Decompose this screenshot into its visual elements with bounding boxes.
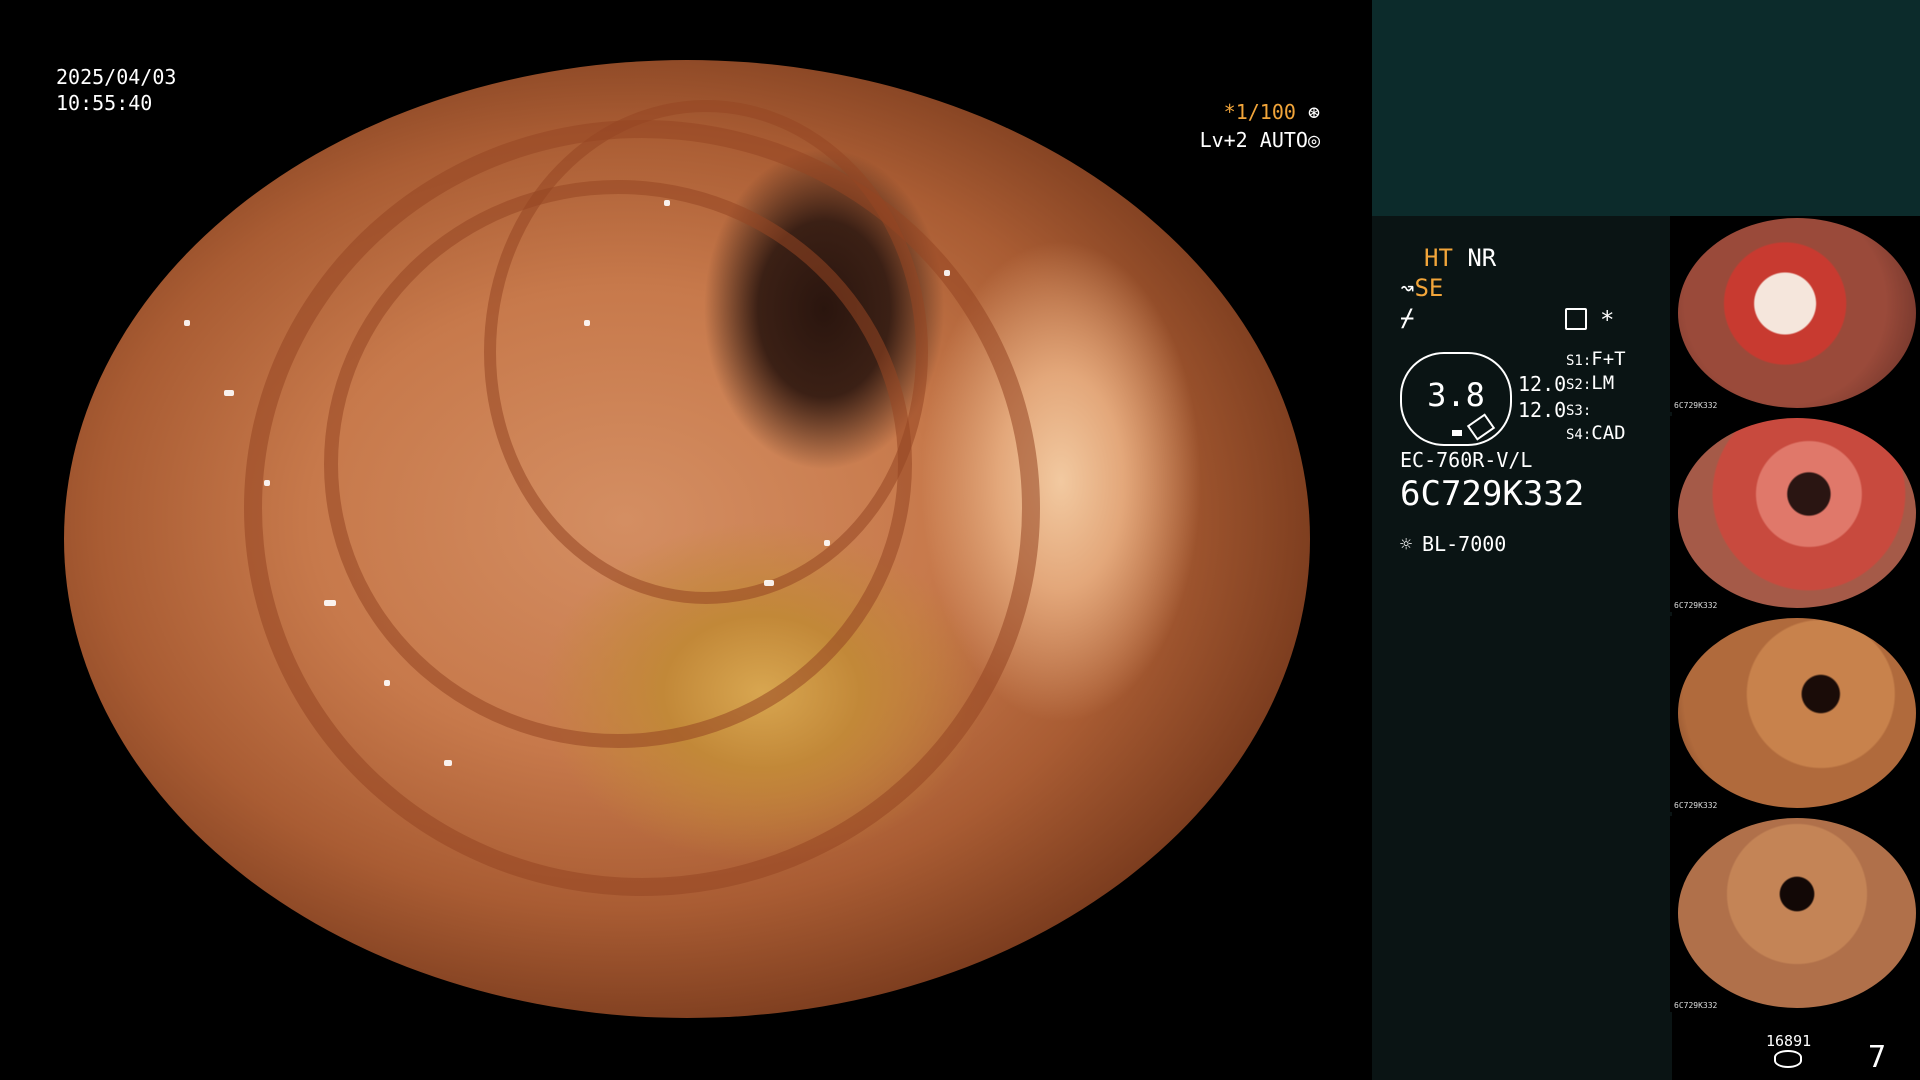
nr-text: NR bbox=[1467, 244, 1497, 272]
time-text: 10:55:40 bbox=[56, 91, 153, 115]
iris-icon: ◎ bbox=[1307, 128, 1320, 152]
s1-setting: S1:F+T bbox=[1566, 348, 1626, 370]
s3-setting: S3: bbox=[1566, 403, 1592, 419]
settings-icon bbox=[1565, 308, 1587, 330]
se-text: SE bbox=[1414, 274, 1444, 302]
thumbnail[interactable]: 6C729K332 bbox=[1670, 216, 1920, 412]
mode-text: AUTO bbox=[1259, 128, 1308, 152]
asterisk-icon: * bbox=[1600, 306, 1615, 334]
storage-icon bbox=[1774, 1050, 1802, 1068]
date-time-stamp: 2025/04/03 10:55:40 bbox=[56, 64, 176, 116]
scope-serial: 6C729K332 bbox=[1400, 474, 1585, 514]
exposure-info: *1/100 ⊛ Lv+2 AUTO◎ bbox=[1194, 98, 1320, 154]
value-12-a: 12.0 bbox=[1518, 372, 1567, 396]
scope-mode-icon: ↝ bbox=[1400, 274, 1415, 302]
page-number: 7 bbox=[1868, 1040, 1887, 1075]
panel-settings-area bbox=[1372, 216, 1672, 1080]
endoscope-image bbox=[64, 60, 1310, 1018]
thumbnail[interactable]: 6C729K332 bbox=[1670, 616, 1920, 812]
gauge-value: 3.8 bbox=[1427, 376, 1485, 414]
ht-text: HT bbox=[1424, 244, 1453, 272]
gauge: 3.8 bbox=[1400, 352, 1512, 446]
scope-model: EC-760R-V/L bbox=[1400, 448, 1533, 472]
s4-setting: S4:CAD bbox=[1566, 422, 1626, 444]
light-source-row: ☼ BL-7000 bbox=[1400, 532, 1506, 556]
se-row: ↝SE bbox=[1400, 274, 1443, 302]
shutter-text: *1/100 bbox=[1223, 100, 1296, 124]
thumbnail[interactable]: 6C729K332 bbox=[1670, 816, 1920, 1012]
gauge-tick bbox=[1452, 430, 1462, 436]
endoscopy-view: 2025/04/03 10:55:40 *1/100 ⊛ Lv+2 AUTO◎ bbox=[0, 0, 1372, 1080]
panel-header-area bbox=[1372, 0, 1920, 216]
light-source-text: BL-7000 bbox=[1422, 532, 1507, 556]
thumbnail-strip: 6C729K332 6C729K332 6C729K332 6C729K332 bbox=[1670, 216, 1920, 1016]
thumbnail[interactable]: 6C729K332 bbox=[1670, 416, 1920, 612]
s2-setting: S2:LM bbox=[1566, 372, 1615, 394]
ht-nr-row: HT NR bbox=[1424, 244, 1496, 272]
image-count: 16891 bbox=[1766, 1032, 1812, 1050]
gauge-needle-icon bbox=[1466, 413, 1496, 441]
freeze-icon: ⌿ bbox=[1400, 304, 1415, 332]
aperture-icon: ⊛ bbox=[1307, 100, 1320, 124]
value-12-b: 12.0 bbox=[1518, 398, 1567, 422]
date-text: 2025/04/03 bbox=[56, 65, 177, 89]
light-source-icon: ☼ bbox=[1400, 532, 1413, 556]
level-text: Lv+2 bbox=[1199, 128, 1248, 152]
